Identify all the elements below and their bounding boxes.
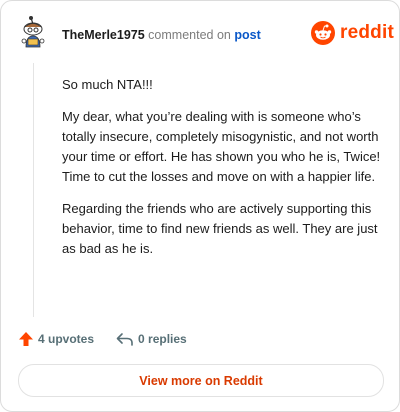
comment-paragraph: Regarding the friends who are actively s… xyxy=(62,201,378,256)
upvote-button[interactable]: 4 upvotes xyxy=(18,331,94,347)
reply-count: 0 replies xyxy=(138,332,187,346)
username[interactable]: TheMerle1975 xyxy=(62,28,145,42)
reply-arrow-icon xyxy=(116,333,133,346)
avatar[interactable] xyxy=(18,15,48,49)
reddit-wordmark: reddit xyxy=(340,22,394,43)
view-more-button[interactable]: View more on Reddit xyxy=(18,364,384,397)
reddit-logo-icon xyxy=(311,21,335,45)
reddit-brand[interactable]: reddit xyxy=(311,21,394,45)
replies-button[interactable]: 0 replies xyxy=(116,331,187,347)
upvote-count: 4 upvotes xyxy=(38,332,95,346)
post-link[interactable]: post xyxy=(234,28,260,42)
comment-header: TheMerle1975 commented on post xyxy=(62,27,261,43)
comment-body: So much NTA!!! My dear, what you’re deal… xyxy=(62,75,384,271)
commented-on-label: commented on xyxy=(148,28,231,42)
comment-embed-card: TheMerle1975 commented on post reddit So… xyxy=(0,0,400,412)
comment-paragraph: My dear, what you’re dealing with is som… xyxy=(62,109,381,184)
upvote-arrow-icon xyxy=(19,332,33,346)
snoo-avatar-icon xyxy=(21,16,45,48)
comment-footer: 4 upvotes 0 replies xyxy=(18,331,187,347)
thread-line xyxy=(33,63,34,317)
comment-paragraph: So much NTA!!! xyxy=(62,77,153,92)
